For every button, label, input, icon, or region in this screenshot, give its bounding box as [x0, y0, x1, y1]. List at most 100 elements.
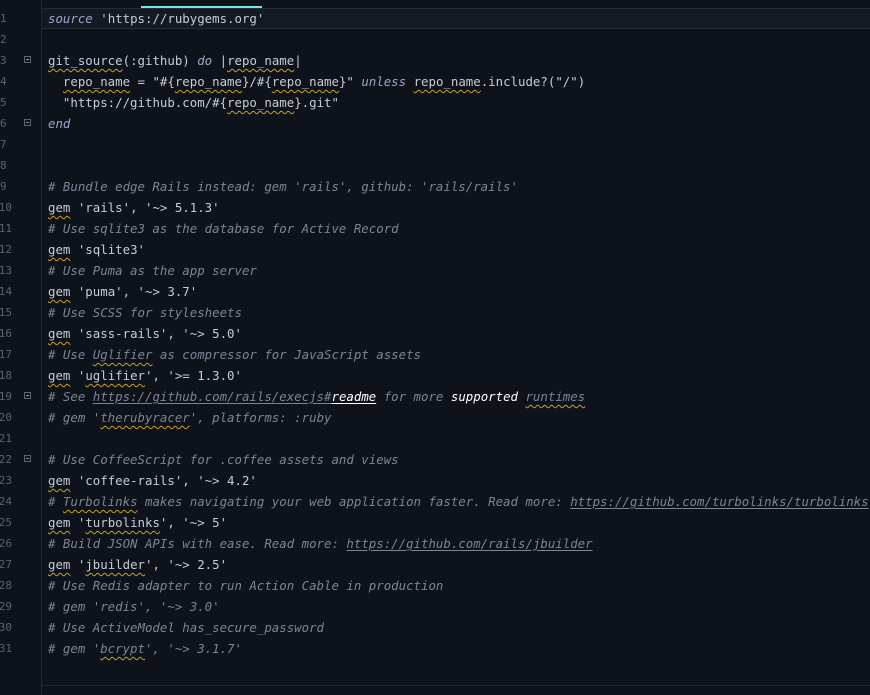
code-token: .include?("/") [480, 74, 586, 89]
line-code: # Use CoffeeScript for .coffee assets an… [48, 449, 399, 470]
code-token: turbolinks [85, 515, 160, 530]
line-code: gem 'sass-rails', '~> 5.0' [48, 323, 242, 344]
code-token: 'coffee-rails', '~> 4.2' [70, 473, 257, 488]
code-token: # Use ActiveModel has_secure_password [48, 620, 325, 635]
code-line[interactable]: 8 [0, 155, 870, 176]
line-code: gem 'rails', '~> 5.1.3' [48, 197, 220, 218]
code-line[interactable]: 24 # Turbolinks makes navigating your web… [0, 491, 870, 512]
code-editor[interactable]: 1 source 'https://rubygems.org' 2 3 git_sour… [0, 0, 870, 695]
code-line[interactable]: 6 end [0, 113, 870, 134]
line-number: 15 [0, 306, 12, 319]
code-line[interactable]: 19 # See https://github.com/rails/execjs#… [0, 386, 870, 407]
code-token: makes navigating your web application fa… [137, 494, 571, 509]
code-token: ' [70, 557, 86, 572]
line-number: 24 [0, 495, 12, 508]
line-number: 2 [0, 33, 7, 46]
code-token: gem [48, 557, 71, 572]
code-token: gem [48, 326, 71, 341]
code-token: as compressor for JavaScript assets [152, 347, 422, 362]
code-line[interactable]: 15 # Use SCSS for stylesheets [0, 302, 870, 323]
code-token: repo_name [413, 74, 481, 89]
code-token: ' [70, 368, 86, 383]
code-line[interactable]: 26 # Build JSON APIs with ease. Read more… [0, 533, 870, 554]
code-line[interactable]: 4 repo_name = "#{repo_name}/#{repo_name}… [0, 71, 870, 92]
code-line[interactable]: 28 # Use Redis adapter to run Action Cabl… [0, 575, 870, 596]
code-token: # gem ' [48, 410, 101, 425]
code-line[interactable]: 20 # gem 'therubyracer', platforms: :ruby [0, 407, 870, 428]
code-token: end [48, 116, 71, 131]
fold-toggle-icon[interactable] [24, 392, 31, 399]
code-line[interactable]: 22 # Use CoffeeScript for .coffee assets … [0, 449, 870, 470]
code-line[interactable]: 30 # Use ActiveModel has_secure_password [0, 617, 870, 638]
line-code: repo_name = "#{repo_name}/#{repo_name}" … [48, 71, 585, 92]
code-line[interactable]: 18 gem 'uglifier', '>= 1.3.0' [0, 365, 870, 386]
code-token: # Build JSON APIs with ease. Read more: [48, 536, 347, 551]
code-token: ', '>= 1.3.0' [145, 368, 242, 383]
code-token: gem [48, 242, 71, 257]
code-token: gem [48, 368, 71, 383]
code-token: ', '~> 3.1.7' [144, 641, 242, 656]
code-token: # Use sqlite3 as the database for Active… [48, 221, 399, 236]
code-lines[interactable]: 1 source 'https://rubygems.org' 2 3 git_sour… [0, 8, 870, 659]
code-token: # Bundle edge Rails instead: gem 'rails'… [48, 179, 518, 194]
line-number: 21 [0, 432, 12, 445]
fold-toggle-icon[interactable] [24, 455, 31, 462]
code-token: # Use Puma as the app server [48, 263, 257, 278]
code-token: 'puma', '~> 3.7' [70, 284, 198, 299]
line-number: 16 [0, 327, 12, 340]
line-number: 27 [0, 558, 12, 571]
line-number: 1 [0, 12, 7, 25]
code-token: (:github) [122, 53, 198, 68]
code-line[interactable]: 1 source 'https://rubygems.org' [0, 8, 870, 29]
code-token: git_source [48, 53, 123, 68]
code-line[interactable]: 7 [0, 134, 870, 155]
code-token: supported [450, 389, 518, 404]
code-token: # See [48, 389, 93, 404]
code-line[interactable]: 29 # gem 'redis', '~> 3.0' [0, 596, 870, 617]
line-code: # gem 'therubyracer', platforms: :ruby [48, 407, 332, 428]
code-line[interactable]: 14 gem 'puma', '~> 3.7' [0, 281, 870, 302]
code-line[interactable]: 27 gem 'jbuilder', '~> 2.5' [0, 554, 870, 575]
line-code: gem 'sqlite3' [48, 239, 145, 260]
fold-toggle-icon[interactable] [24, 56, 31, 63]
code-token: readme [331, 389, 377, 404]
line-number: 7 [0, 138, 7, 151]
code-token: repo_name [62, 74, 131, 89]
line-number: 22 [0, 453, 12, 466]
line-number: 19 [0, 390, 12, 403]
line-code: # Use Uglifier as compressor for JavaScr… [48, 344, 421, 365]
code-token: jbuilder [85, 557, 145, 572]
code-token: Uglifier [92, 347, 153, 362]
fold-toggle-icon[interactable] [24, 119, 31, 126]
line-code: # Use SCSS for stylesheets [48, 302, 242, 323]
code-line[interactable]: 12 gem 'sqlite3' [0, 239, 870, 260]
code-line[interactable]: 17 # Use Uglifier as compressor for JavaS… [0, 344, 870, 365]
code-line[interactable]: 31 # gem 'bcrypt', '~> 3.1.7' [0, 638, 870, 659]
code-token: }/#{ [241, 74, 272, 89]
code-token: repo_name [227, 95, 295, 110]
code-line[interactable]: 5 "https://github.com/#{repo_name}.git" [0, 92, 870, 113]
code-line[interactable]: 11 # Use sqlite3 as the database for Acti… [0, 218, 870, 239]
line-number: 11 [0, 222, 12, 235]
code-line[interactable]: 2 [0, 29, 870, 50]
code-token: repo_name [174, 74, 242, 89]
line-number: 6 [0, 117, 7, 130]
code-line[interactable]: 10 gem 'rails', '~> 5.1.3' [0, 197, 870, 218]
code-token: https://github.com/turbolinks/turbolinks [570, 494, 869, 509]
code-line[interactable]: 21 [0, 428, 870, 449]
code-line[interactable]: 23 gem 'coffee-rails', '~> 4.2' [0, 470, 870, 491]
code-line[interactable]: 13 # Use Puma as the app server [0, 260, 870, 281]
code-token: }.git" [294, 95, 339, 110]
code-line[interactable]: 9 # Bundle edge Rails instead: gem 'rails… [0, 176, 870, 197]
line-code: end [48, 113, 70, 134]
code-line[interactable]: 16 gem 'sass-rails', '~> 5.0' [0, 323, 870, 344]
code-token: | [294, 53, 302, 68]
code-token: runtimes [525, 389, 586, 404]
code-token: repo_name [271, 74, 339, 89]
code-token: | [212, 53, 228, 68]
code-token: unless [361, 74, 407, 89]
code-line[interactable]: 25 gem 'turbolinks', '~> 5' [0, 512, 870, 533]
line-code: git_source(:github) do |repo_name| [48, 50, 302, 71]
code-token: bcrypt [100, 641, 145, 656]
code-line[interactable]: 3 git_source(:github) do |repo_name| [0, 50, 870, 71]
